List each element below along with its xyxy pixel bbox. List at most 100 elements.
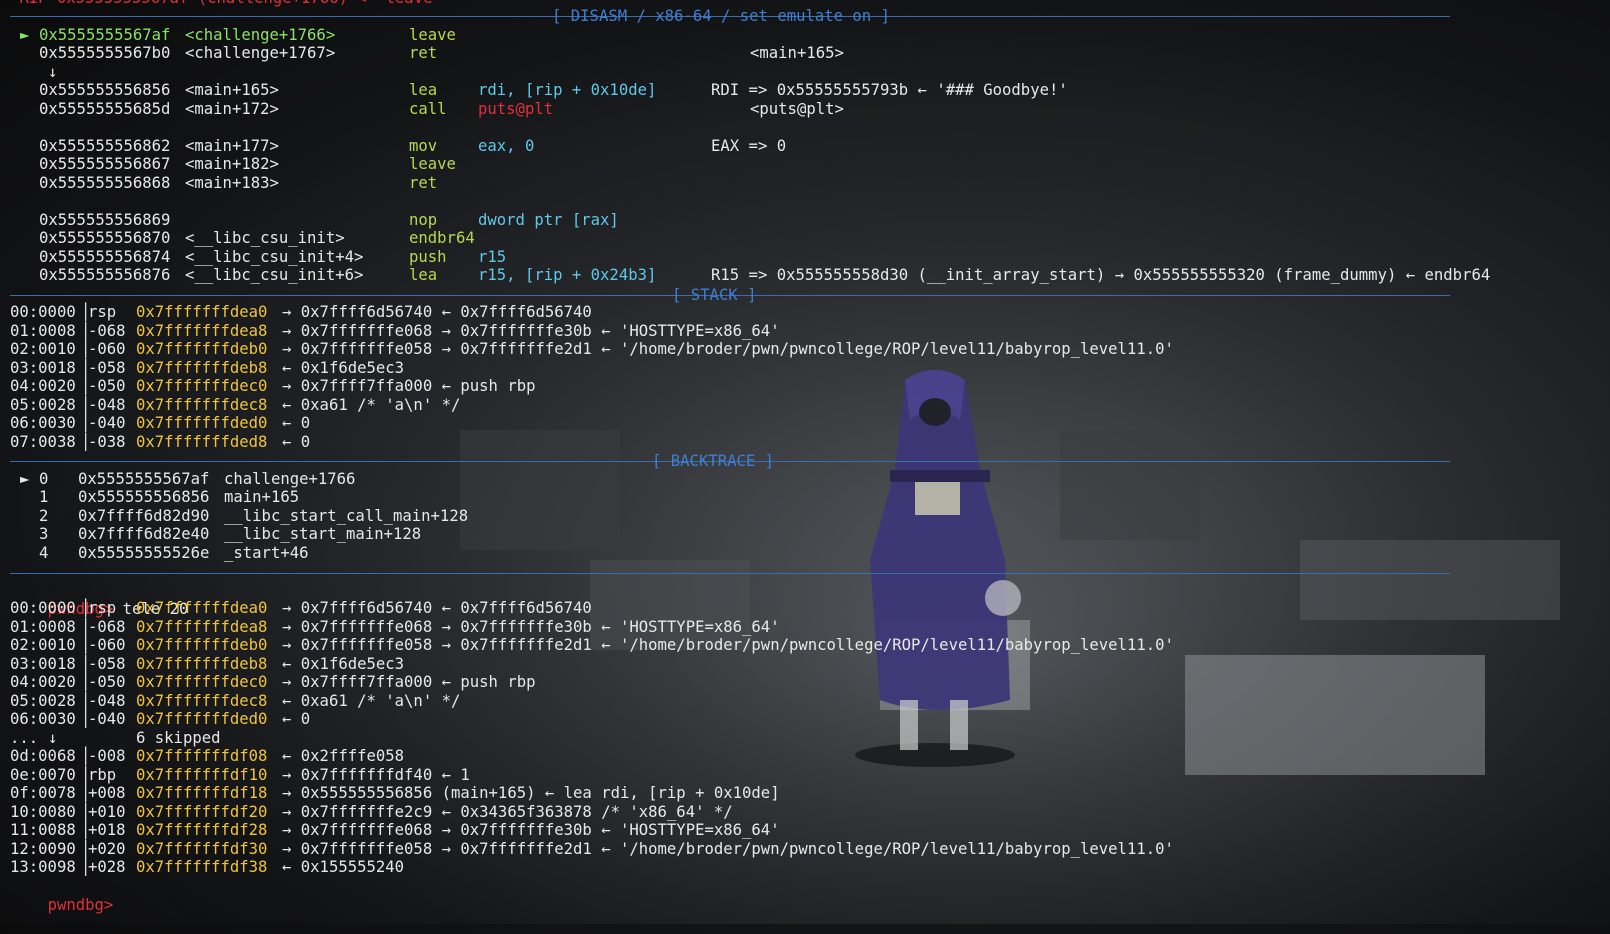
input-prompt[interactable]: pwndbg> bbox=[10, 877, 114, 914]
frame-address: 0x7ffff6d82e40 bbox=[78, 525, 210, 543]
stack-address: 0x7fffffffdec8 bbox=[136, 692, 268, 710]
stack-row[interactable]: 02:0010 │ -060 0x7fffffffdeb0 → 0x7fffffffe0… bbox=[10, 340, 1600, 359]
stack-address: 0x7fffffffdf38 bbox=[136, 858, 268, 876]
mnemonic: nop bbox=[409, 211, 438, 229]
stack-offset: 06:0030 bbox=[10, 710, 76, 728]
stack-address: 0x7fffffffdf18 bbox=[136, 784, 268, 802]
annotation: R15 => 0x555555558d30 (__init_array_star… bbox=[711, 266, 1491, 284]
stack-row[interactable]: 03:0018 │ -058 0x7fffffffdeb8 ← 0x1f6de5ec3 bbox=[10, 359, 1600, 378]
stack-row[interactable]: 04:0020 │ -050 0x7fffffffdec0 → 0x7ffff7ffa0… bbox=[10, 377, 1600, 396]
pointer-chain: ← 0xa61 /* 'a\n' */ bbox=[282, 692, 461, 710]
pointer-chain: ← 0x1f6de5ec3 bbox=[282, 655, 405, 673]
stack-row[interactable]: 0f:0078 │ +008 0x7fffffffdf18 → 0x5555555568… bbox=[10, 784, 1600, 803]
frame-number: 4 bbox=[39, 544, 49, 562]
stack-offset: 13:0098 bbox=[10, 858, 76, 876]
backtrace-frame[interactable]: 2 0x7ffff6d82d90 __libc_start_call_main+12… bbox=[10, 507, 1010, 526]
stack-row[interactable]: 06:0030 │ -040 0x7fffffffded0 ← 0 bbox=[10, 710, 1600, 729]
frame-address: 0x7ffff6d82d90 bbox=[78, 507, 210, 525]
instruction-symbol: <__libc_csu_init+4> bbox=[185, 248, 364, 266]
stack-row[interactable]: 07:0038 │ -038 0x7fffffffded8 ← 0 bbox=[10, 433, 1600, 452]
instruction-symbol: <challenge+1767> bbox=[185, 44, 336, 62]
stack-row[interactable]: 03:0018 │ -058 0x7fffffffdeb8 ← 0x1f6de5ec3 bbox=[10, 655, 1600, 674]
disasm-line[interactable]: 0x55555555685d <main+172> call puts@plt <put… bbox=[10, 100, 1600, 119]
context-end-separator bbox=[10, 573, 1450, 574]
stack-row[interactable]: 01:0008 │ -068 0x7fffffffdea8 → 0x7fffffffe0… bbox=[10, 322, 1600, 341]
stack-row[interactable]: 02:0010 │ -060 0x7fffffffdeb0 → 0x7fffffffe0… bbox=[10, 636, 1600, 655]
disasm-line[interactable]: 0x555555556867 <main+182> leave bbox=[10, 155, 1600, 174]
frame-symbol: __libc_start_call_main+128 bbox=[224, 507, 469, 525]
pointer-chain: ← 0xa61 /* 'a\n' */ bbox=[282, 396, 461, 414]
stack-address: 0x7fffffffdea8 bbox=[136, 618, 268, 636]
disasm-line[interactable]: 0x555555556874 <__libc_csu_init+4> push r15 bbox=[10, 248, 1600, 267]
stack-offset: 12:0090 bbox=[10, 840, 76, 858]
register-label: -058 bbox=[88, 359, 126, 377]
disasm-line[interactable]: 0x555555556868 <main+183> ret bbox=[10, 174, 1600, 193]
stack-address: 0x7fffffffdeb8 bbox=[136, 359, 268, 377]
disasm-line[interactable]: ► 0x5555555567af <challenge+1766> leave bbox=[10, 26, 1600, 45]
pointer-chain: ← 0x2ffffe058 bbox=[282, 747, 405, 765]
register-label: -060 bbox=[88, 340, 126, 358]
mnemonic: push bbox=[409, 248, 447, 266]
instruction-address: 0x555555556876 bbox=[39, 266, 171, 284]
disasm-line[interactable]: 0x555555556876 <__libc_csu_init+6> lea r15,… bbox=[10, 266, 1600, 285]
pointer-chain: → 0x7ffff6d56740 ← 0x7ffff6d56740 bbox=[282, 303, 592, 321]
disasm-line[interactable]: 0x555555556856 <main+165> lea rdi, [rip + 0… bbox=[10, 81, 1600, 100]
pointer-chain: 6 skipped bbox=[136, 729, 221, 747]
disasm-line[interactable]: 0x5555555567b0 <challenge+1767> ret <main+1… bbox=[10, 44, 1600, 63]
instruction-symbol: <main+172> bbox=[185, 100, 279, 118]
stack-row[interactable]: 12:0090 │ +020 0x7fffffffdf30 → 0x7fffffffe0… bbox=[10, 840, 1600, 859]
instruction-address: 0x55555555685d bbox=[39, 100, 171, 118]
final-prompt-label: pwndbg> bbox=[47, 896, 114, 914]
register-label: -068 bbox=[88, 618, 126, 636]
operands: rdi, [rip + 0x10de] bbox=[478, 81, 657, 99]
stack-row[interactable]: 13:0098 │ +028 0x7fffffffdf38 ← 0x155555240 bbox=[10, 858, 1600, 877]
stack-row[interactable]: 10:0080 │ +010 0x7fffffffdf20 → 0x7fffffffe2… bbox=[10, 803, 1600, 822]
backtrace-frame[interactable]: 3 0x7ffff6d82e40 __libc_start_main+128 bbox=[10, 525, 1010, 544]
operands: r15 bbox=[478, 248, 507, 266]
stack-offset: 02:0010 bbox=[10, 340, 76, 358]
disasm-line[interactable]: 0x555555556870 <__libc_csu_init> endbr64 bbox=[10, 229, 1600, 248]
frame-number: 0 bbox=[39, 470, 49, 488]
stack-offset: ... bbox=[10, 729, 39, 747]
stack-address: 0x7fffffffdec0 bbox=[136, 673, 268, 691]
register-label: -048 bbox=[88, 692, 126, 710]
instruction-symbol: <__libc_csu_init+6> bbox=[185, 266, 364, 284]
annotation: <puts@plt> bbox=[750, 100, 844, 118]
register-label: -060 bbox=[88, 636, 126, 654]
stack-row[interactable]: 06:0030 │ -040 0x7fffffffded0 ← 0 bbox=[10, 414, 1600, 433]
command-line[interactable]: pwndbg> tele 20 bbox=[10, 581, 189, 618]
stack-row[interactable]: 05:0028 │ -048 0x7fffffffdec8 ← 0xa61 /* 'a\… bbox=[10, 692, 1600, 711]
stack-row[interactable]: 0e:0070 │ rbp 0x7fffffffdf10 → 0x7fffffffdf4… bbox=[10, 766, 1600, 785]
annotation: <main+165> bbox=[750, 44, 844, 62]
disasm-separator: [ DISASM / x86-64 / set emulate on ] bbox=[10, 7, 1450, 25]
backtrace-frame[interactable]: 1 0x555555556856 main+165 bbox=[10, 488, 1010, 507]
mnemonic: leave bbox=[409, 26, 456, 44]
frame-number: 1 bbox=[39, 488, 49, 506]
stack-row[interactable]: 04:0020 │ -050 0x7fffffffdec0 → 0x7ffff7ffa0… bbox=[10, 673, 1600, 692]
stack-row[interactable]: 01:0008 │ -068 0x7fffffffdea8 → 0x7fffffffe0… bbox=[10, 618, 1600, 637]
disasm-line[interactable]: 0x555555556862 <main+177> mov eax, 0 EAX => … bbox=[10, 137, 1600, 156]
pointer-chain: ← 0x155555240 bbox=[282, 858, 405, 876]
register-label: ↓ bbox=[48, 729, 58, 747]
stack-row[interactable]: 0d:0068 │ -008 0x7fffffffdf08 ← 0x2ffffe058 bbox=[10, 747, 1600, 766]
stack-address: 0x7fffffffded0 bbox=[136, 710, 268, 728]
disasm-line[interactable]: 0x555555556869 nop dword ptr [rax] bbox=[10, 211, 1600, 230]
pointer-chain: → 0x7fffffffe058 → 0x7fffffffe2d1 ← '/ho… bbox=[282, 840, 1174, 858]
register-label: +028 bbox=[88, 858, 126, 876]
stack-row[interactable]: 00:0000 │ rsp 0x7fffffffdea0 → 0x7ffff6d5674… bbox=[10, 599, 1600, 618]
stack-offset: 01:0008 bbox=[10, 618, 76, 636]
stack-offset: 0f:0078 bbox=[10, 784, 76, 802]
backtrace-frame[interactable]: 4 0x55555555526e _start+46 bbox=[10, 544, 1010, 563]
instruction-address: 0x555555556869 bbox=[39, 211, 171, 229]
stack-row[interactable]: ... ↓ 6 skipped bbox=[10, 729, 1600, 748]
backtrace-frame[interactable]: ► 0 0x5555555567af challenge+1766 bbox=[10, 470, 1010, 489]
pointer-chain: → 0x7ffff7ffa000 ← push rbp bbox=[282, 673, 536, 691]
stack-row[interactable]: 05:0028 │ -048 0x7fffffffdec8 ← 0xa61 /* 'a\… bbox=[10, 396, 1600, 415]
instruction-address: 0x555555556874 bbox=[39, 248, 171, 266]
stack-address: 0x7fffffffded0 bbox=[136, 414, 268, 432]
stack-address: 0x7fffffffdf10 bbox=[136, 766, 268, 784]
frame-number: 3 bbox=[39, 525, 49, 543]
stack-row[interactable]: 11:0088 │ +018 0x7fffffffdf28 → 0x7fffffffe0… bbox=[10, 821, 1600, 840]
stack-row[interactable]: 00:0000 │ rsp 0x7fffffffdea0 → 0x7ffff6d5674… bbox=[10, 303, 1600, 322]
disasm-line[interactable]: ↓ bbox=[10, 63, 1600, 82]
